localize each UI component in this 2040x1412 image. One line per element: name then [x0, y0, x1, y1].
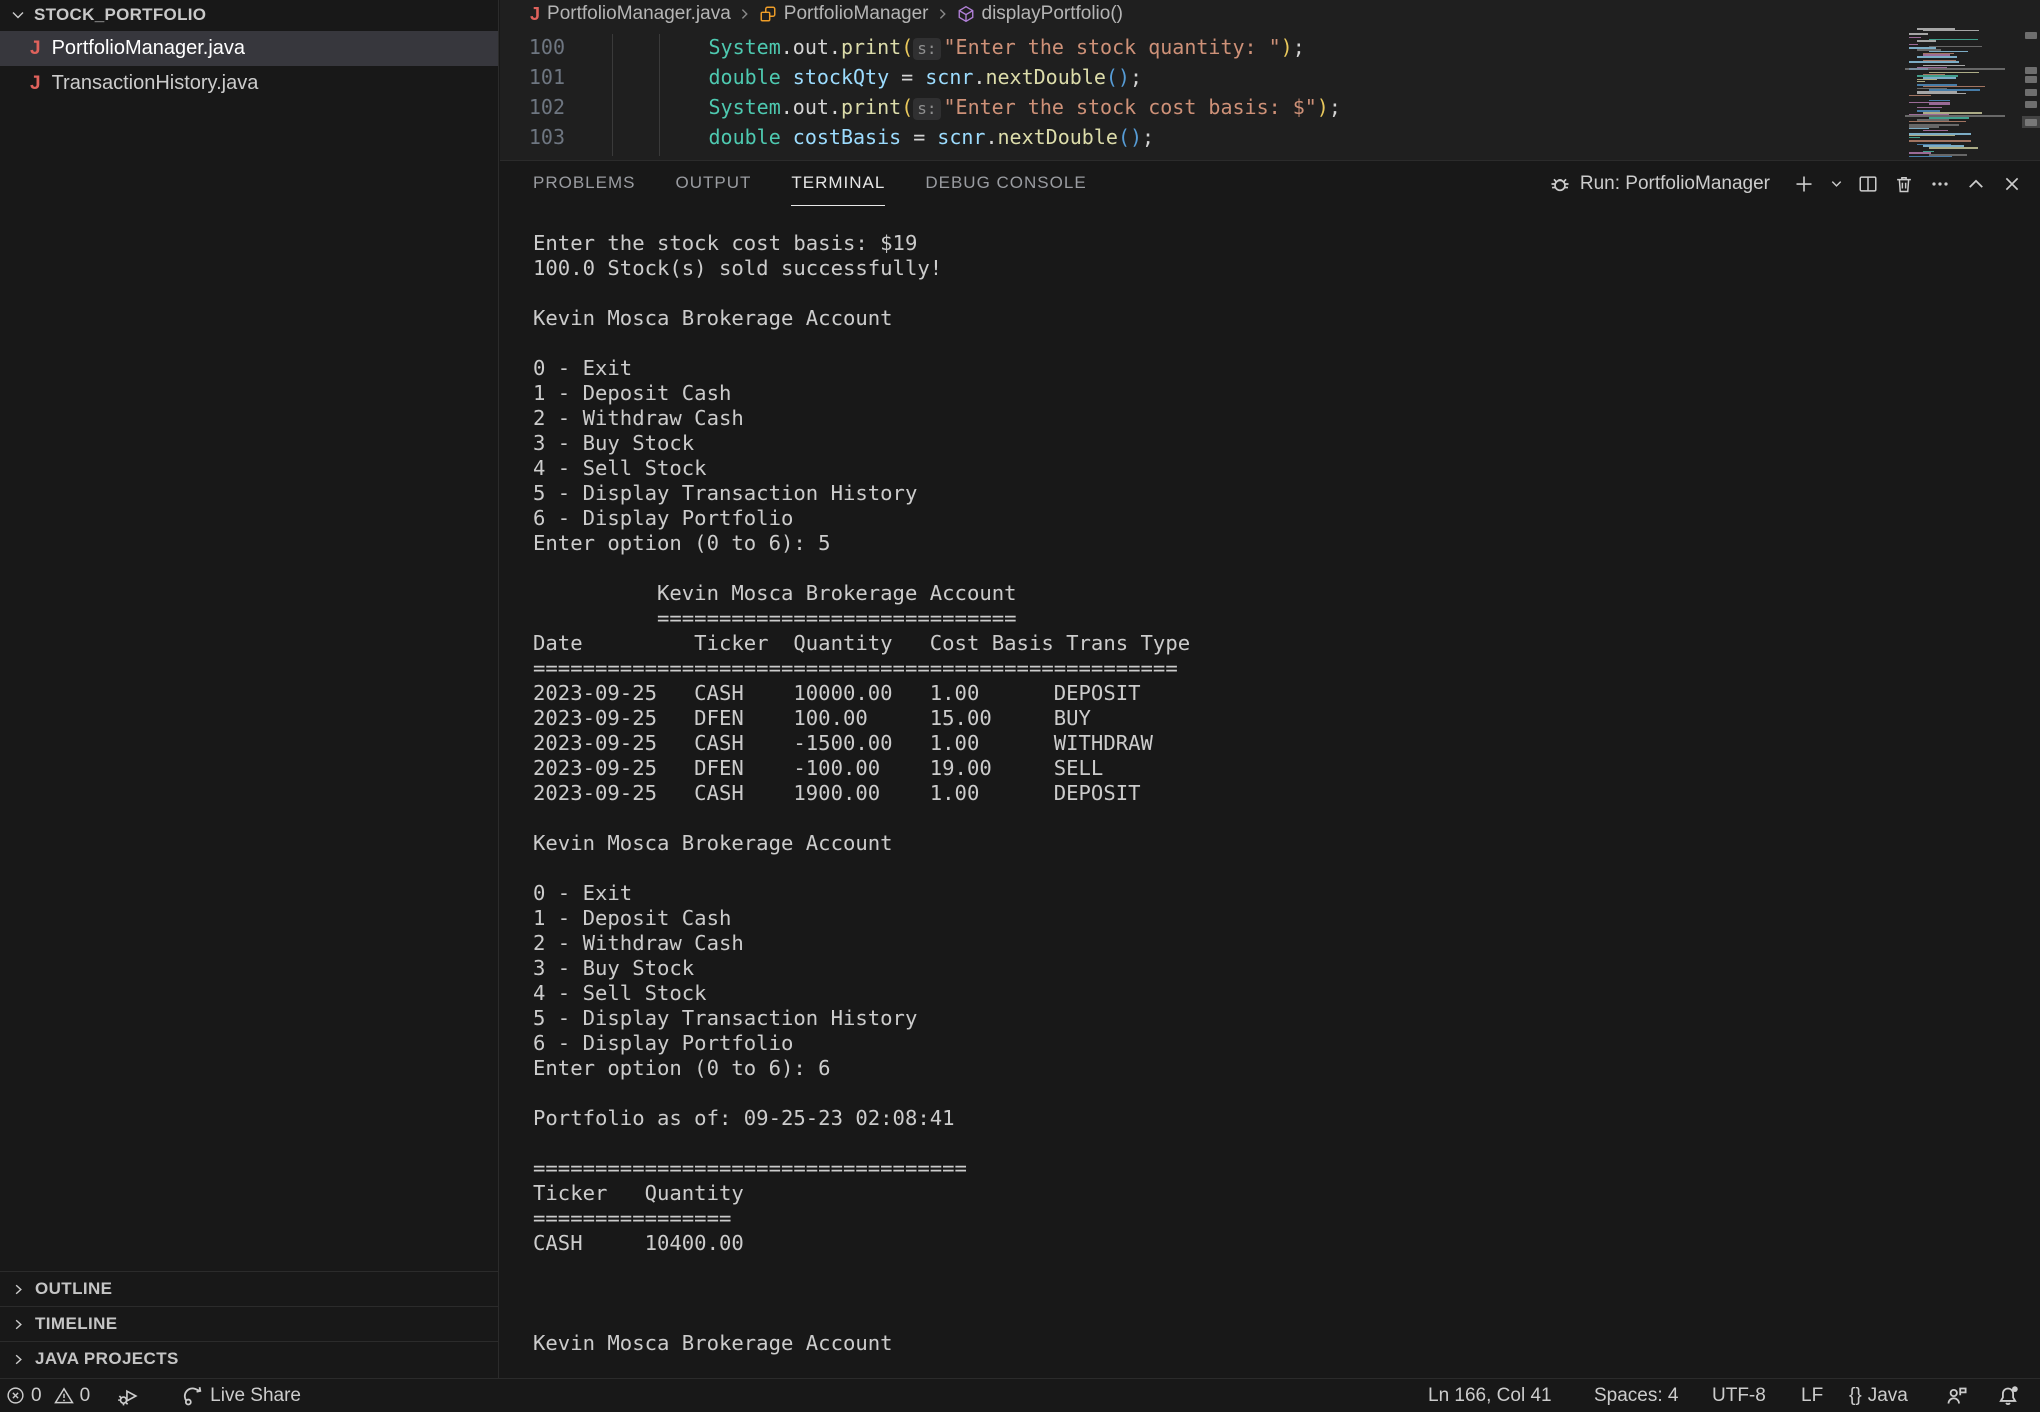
chevron-right-icon — [11, 1352, 26, 1367]
minimap[interactable] — [1905, 28, 2005, 158]
line-number[interactable]: 101 — [500, 62, 565, 92]
section-label: TIMELINE — [35, 1314, 118, 1334]
line-number[interactable]: 102 — [500, 92, 565, 122]
language-label: Java — [1868, 1385, 1908, 1407]
chevron-right-icon — [11, 1282, 26, 1297]
terminal-dropdown-chevron-icon[interactable] — [1828, 172, 1844, 196]
sidebar-section-outline[interactable]: OUTLINE — [0, 1271, 498, 1306]
live-share-icon — [182, 1385, 204, 1407]
line-number[interactable]: 103 — [500, 122, 565, 152]
warning-triangle-icon — [54, 1386, 74, 1406]
sidebar-section-java-projects[interactable]: JAVA PROJECTS — [0, 1341, 498, 1376]
maximize-panel-chevron-up-icon[interactable] — [1964, 172, 1988, 196]
file-item[interactable]: J PortfolioManager.java — [0, 31, 498, 66]
sidebar-sections: OUTLINE TIMELINE JAVA PROJECTS — [0, 1271, 498, 1376]
vscode-window: STOCK_PORTFOLIO JPortfolioManager.javaJT… — [0, 0, 2040, 1412]
java-file-icon: J — [530, 4, 540, 25]
braces-icon: {} — [1849, 1385, 1862, 1407]
overview-ruler-scrollbar[interactable] — [2022, 25, 2040, 158]
code-line[interactable]: double stockQty = scnr.nextDouble(); — [564, 62, 1341, 92]
code-area[interactable]: System.out.print(s:"Enter the stock quan… — [564, 32, 1341, 152]
code-line[interactable]: double costBasis = scnr.nextDouble(); — [564, 122, 1341, 152]
language-mode-status[interactable]: {} Java — [1849, 1379, 1908, 1412]
split-terminal-icon[interactable] — [1856, 172, 1880, 196]
panel-tabs: PROBLEMS OUTPUT TERMINAL DEBUG CONSOLE — [533, 161, 1087, 206]
breadcrumb: J PortfolioManager.java PortfolioManager… — [530, 0, 1123, 28]
java-file-icon: J — [30, 73, 41, 95]
terminal-panel: PROBLEMS OUTPUT TERMINAL DEBUG CONSOLE Run:… — [500, 160, 2040, 1378]
kill-terminal-trash-icon[interactable] — [1892, 172, 1916, 196]
breadcrumb-file[interactable]: PortfolioManager.java — [547, 3, 731, 25]
chevron-right-icon — [738, 7, 752, 21]
debug-run-icon — [118, 1385, 140, 1407]
status-bar: 0 0 — [0, 1378, 2040, 1412]
explorer-sidebar: STOCK_PORTFOLIO JPortfolioManager.javaJT… — [0, 0, 499, 1378]
terminal-output[interactable]: Enter the stock cost basis: $19 100.0 St… — [533, 231, 1190, 1356]
eol-status[interactable]: LF — [1801, 1379, 1823, 1412]
editor-gutter[interactable]: 100101102103 — [500, 32, 565, 152]
project-title: STOCK_PORTFOLIO — [34, 5, 206, 25]
indent-guide — [659, 34, 660, 156]
debug-bug-icon — [1549, 173, 1571, 195]
run-session-label: Run: PortfolioManager — [1580, 173, 1770, 195]
line-number[interactable]: 100 — [500, 32, 565, 62]
sidebar-section-timeline[interactable]: TIMELINE — [0, 1306, 498, 1341]
section-label: OUTLINE — [35, 1279, 112, 1299]
status-left-group: 0 0 — [6, 1379, 301, 1412]
chevron-right-icon — [936, 7, 950, 21]
run-java-status[interactable] — [118, 1379, 140, 1412]
live-share-status[interactable]: Live Share — [182, 1379, 301, 1412]
file-list: J PortfolioManager.java J TransactionHistor… — [0, 31, 498, 101]
terminal-session-run[interactable]: Run: PortfolioManager — [1549, 173, 1770, 195]
file-name: PortfolioManager.java — [52, 37, 245, 60]
panel-tab-debug-console[interactable]: DEBUG CONSOLE — [925, 161, 1086, 206]
cursor-position-status[interactable]: Ln 166, Col 41 — [1428, 1379, 1552, 1412]
code-line[interactable]: System.out.print(s:"Enter the stock cost… — [564, 92, 1341, 122]
problems-status[interactable]: 0 0 — [6, 1379, 90, 1412]
feedback-person-icon[interactable] — [1944, 1379, 1968, 1412]
indent-guide — [612, 34, 613, 156]
indentation-status[interactable]: Spaces: 4 — [1594, 1379, 1679, 1412]
method-symbol-icon — [957, 5, 975, 23]
warning-count: 0 — [80, 1385, 91, 1407]
encoding-status[interactable]: UTF-8 — [1712, 1379, 1766, 1412]
java-file-icon: J — [30, 38, 41, 60]
new-terminal-plus-icon[interactable] — [1792, 172, 1816, 196]
chevron-down-icon — [10, 7, 26, 23]
inlay-hint: s: — [913, 38, 940, 60]
panel-actions: Run: PortfolioManager — [1549, 161, 2024, 206]
error-circle-icon — [6, 1386, 25, 1405]
section-label: JAVA PROJECTS — [35, 1349, 179, 1369]
file-item[interactable]: J TransactionHistory.java — [0, 66, 498, 101]
close-panel-icon[interactable] — [2000, 172, 2024, 196]
panel-tab-problems[interactable]: PROBLEMS — [533, 161, 635, 206]
panel-tab-terminal[interactable]: TERMINAL — [791, 161, 885, 206]
explorer-project-header[interactable]: STOCK_PORTFOLIO — [0, 0, 498, 30]
class-symbol-icon — [759, 5, 777, 23]
editor[interactable]: J PortfolioManager.java PortfolioManager… — [500, 0, 2040, 160]
breadcrumb-class[interactable]: PortfolioManager — [784, 3, 929, 25]
code-line[interactable]: System.out.print(s:"Enter the stock quan… — [564, 32, 1341, 62]
inlay-hint: s: — [913, 98, 940, 120]
breadcrumb-method[interactable]: displayPortfolio() — [982, 3, 1124, 25]
notifications-bell-icon[interactable] — [1996, 1379, 2020, 1412]
live-share-label: Live Share — [210, 1385, 301, 1407]
error-count: 0 — [31, 1385, 42, 1407]
file-name: TransactionHistory.java — [52, 72, 259, 95]
panel-tab-output[interactable]: OUTPUT — [675, 161, 751, 206]
more-actions-ellipsis-icon[interactable] — [1928, 172, 1952, 196]
chevron-right-icon — [11, 1317, 26, 1332]
